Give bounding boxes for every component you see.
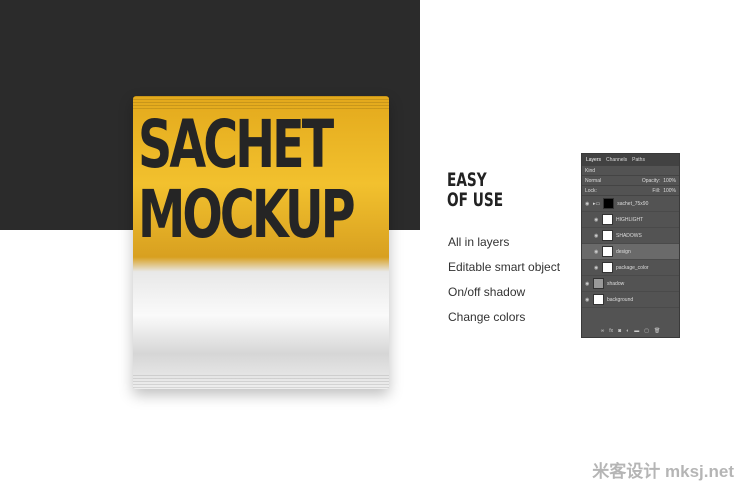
lock-label: Lock: [585,187,597,194]
layer-row[interactable]: ◉ ▸▭ sachet_75x90 [582,196,679,212]
heading-line1: EASY [447,169,487,191]
layers-panel: Layers Channels Paths Kind Normal Opacit… [581,153,680,338]
folder-icon[interactable]: ▬ [634,328,639,334]
fx-icon[interactable]: fx [609,328,613,334]
product-title-line2: MOCKUP [138,176,356,253]
blend-mode-select[interactable]: Normal [585,178,639,184]
features-heading: EASY OF USE [447,170,503,210]
layer-name: package_color [616,264,649,271]
link-icon[interactable]: ∞ [601,328,605,334]
layer-row[interactable]: ◉ background [582,292,679,308]
watermark: 米客设计 mksj.net [592,462,734,481]
eye-icon[interactable]: ◉ [594,217,599,223]
eye-icon[interactable]: ◉ [585,201,590,207]
opacity-label: Opacity: [641,177,661,184]
layer-thumb [602,246,613,257]
eye-icon[interactable]: ◉ [594,265,599,271]
feature-item: All in layers [448,235,510,249]
layer-name: sachet_75x90 [617,200,649,207]
layer-thumb [593,294,604,305]
mask-icon[interactable]: ◙ [618,328,621,334]
adjustment-icon[interactable]: ◐ [626,328,629,334]
new-layer-icon[interactable]: ▢ [644,328,649,334]
eye-icon[interactable]: ◉ [585,297,590,303]
eye-icon[interactable]: ◉ [594,249,599,255]
layer-name: shadow [607,280,625,287]
filter-kind-select[interactable]: Kind [585,168,595,174]
feature-item: Change colors [448,310,526,324]
feature-item: Editable smart object [448,260,561,274]
layer-row[interactable]: ◉ design [582,244,679,260]
layer-thumb [602,230,613,241]
product-title-line1: SACHET [138,106,334,183]
layer-name: SHADOWS [616,232,642,239]
layer-name: HIGHLIGHT [616,216,644,223]
fill-label: Fill: [652,187,661,194]
eye-icon[interactable]: ◉ [585,281,590,287]
layer-row[interactable]: ◉ package_color [582,260,679,276]
layer-thumb [602,214,613,225]
eye-icon[interactable]: ◉ [594,233,599,239]
layer-row[interactable]: ◉ shadow [582,276,679,292]
layer-thumb [602,262,613,273]
trash-icon[interactable]: 🗑 [654,328,660,334]
tab-layers[interactable]: Layers [586,157,601,163]
folder-icon: ▸▭ [593,200,601,207]
layer-row[interactable]: ◉ HIGHLIGHT [582,212,679,228]
layer-name: design [616,248,631,255]
feature-item: On/off shadow [448,285,526,299]
opacity-field[interactable]: 100% [663,178,676,184]
tab-channels[interactable]: Channels [606,157,627,163]
layer-name: background [607,296,634,303]
tab-paths[interactable]: Paths [632,157,645,163]
heading-line2: OF USE [447,189,504,211]
layer-thumb [593,278,604,289]
layer-mask-thumb [603,198,615,209]
layer-row[interactable]: ◉ SHADOWS [582,228,679,244]
fill-field[interactable]: 100% [663,188,676,194]
